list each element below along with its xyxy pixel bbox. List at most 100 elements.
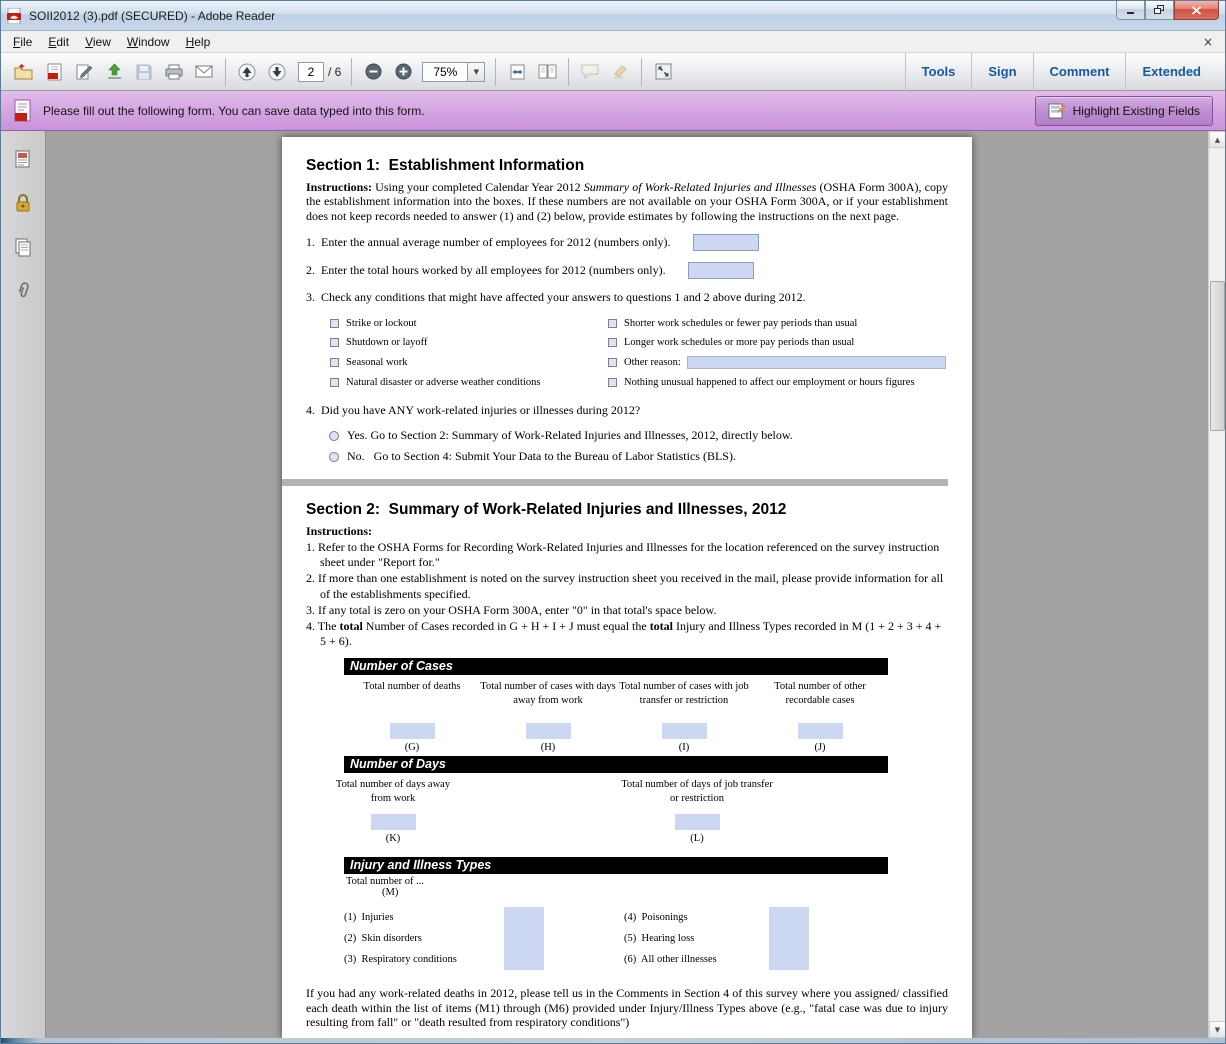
field-M1-injuries[interactable]	[504, 907, 544, 928]
zoom-level-combo[interactable]: 75% ▼	[422, 62, 485, 82]
page-up-arrow-icon	[238, 63, 256, 81]
highlight-existing-fields-button[interactable]: Highlight Existing Fields	[1035, 96, 1213, 126]
field-H-cases-days-away[interactable]	[526, 723, 571, 739]
fullscreen-button[interactable]	[648, 58, 678, 86]
page-number-input[interactable]	[298, 62, 324, 82]
zoom-out-button[interactable]	[358, 58, 388, 86]
section1-title: Section 1: Establishment Information	[306, 157, 948, 175]
column-letter: (L)	[616, 833, 778, 847]
section-divider	[282, 479, 948, 486]
comment-panel-button[interactable]: Comment	[1033, 53, 1126, 91]
menu-file[interactable]: File	[5, 33, 40, 51]
field-K-days-away[interactable]	[371, 814, 416, 830]
field-G-total-deaths[interactable]	[390, 723, 435, 739]
checkbox[interactable]	[608, 378, 617, 387]
upload-arrow-icon	[106, 63, 123, 80]
field-J-other-recordable[interactable]	[798, 723, 843, 739]
checkbox-row-natural-disaster[interactable]: Natural disaster or adverse weather cond…	[330, 377, 608, 388]
zoom-out-icon	[365, 63, 382, 80]
question-3-text: 3. Check any conditions that might have …	[306, 290, 806, 305]
next-page-button[interactable]	[262, 58, 292, 86]
question-2-text: 2. Enter the total hours worked by all e…	[306, 263, 666, 278]
menu-edit[interactable]: Edit	[40, 33, 77, 51]
pages-copy-icon	[13, 237, 33, 257]
share-upload-button[interactable]	[99, 58, 129, 86]
menu-help[interactable]: Help	[178, 33, 219, 51]
close-button[interactable]	[1174, 1, 1219, 20]
security-settings-button[interactable]	[8, 189, 38, 217]
sticky-note-button[interactable]	[575, 58, 605, 86]
field-I-cases-job-transfer[interactable]	[662, 723, 707, 739]
email-button[interactable]	[189, 58, 219, 86]
pages-panel-button[interactable]	[8, 233, 38, 261]
checkbox[interactable]	[608, 358, 617, 367]
checkbox[interactable]	[330, 319, 339, 328]
zoom-in-button[interactable]	[388, 58, 418, 86]
checkbox-row-nothing-unusual[interactable]: Nothing unusual happened to affect our e…	[608, 377, 948, 388]
no-radio-button[interactable]	[329, 452, 339, 462]
scroll-down-button[interactable]: ▼	[1209, 1021, 1225, 1038]
comment-bubble-icon	[581, 64, 599, 79]
highlight-text-button[interactable]	[605, 58, 635, 86]
fit-width-button[interactable]	[502, 58, 532, 86]
save-button[interactable]	[129, 58, 159, 86]
toolbar-panels: Tools Sign Comment Extended	[905, 53, 1217, 91]
checkbox[interactable]	[608, 338, 617, 347]
checkbox[interactable]	[330, 358, 339, 367]
checkbox[interactable]	[330, 338, 339, 347]
title-bar[interactable]: SOII2012 (3).pdf (SECURED) - Adobe Reade…	[1, 1, 1225, 31]
employees-number-field[interactable]	[693, 234, 759, 251]
checkbox-row-longer-schedules[interactable]: Longer work schedules or more pay period…	[608, 337, 948, 348]
type-label-injuries: (1) Injuries	[344, 907, 504, 928]
zoom-dropdown-arrow-icon[interactable]: ▼	[468, 62, 485, 82]
form-notification-message: Please fill out the following form. You …	[43, 104, 425, 118]
radio-row-yes[interactable]: Yes. Go to Section 2: Summary of Work-Re…	[329, 428, 948, 443]
days-column-away: Total number of days away from work (K)	[334, 773, 452, 847]
field-M3-respiratory[interactable]	[504, 949, 544, 970]
work-related-deaths-note: If you had any work-related deaths in 20…	[306, 986, 948, 1030]
other-reason-field[interactable]	[687, 356, 946, 369]
page-display-button[interactable]	[532, 58, 562, 86]
close-document-icon[interactable]: ×	[1195, 35, 1221, 49]
zoom-level-value[interactable]: 75%	[422, 62, 468, 82]
yes-radio-button[interactable]	[329, 431, 339, 441]
create-pdf-button[interactable]	[39, 58, 69, 86]
field-M6-all-other[interactable]	[769, 949, 809, 970]
menu-view[interactable]: View	[77, 33, 119, 51]
window-controls	[1116, 1, 1219, 20]
tools-panel-button[interactable]: Tools	[905, 53, 972, 91]
extended-panel-button[interactable]: Extended	[1125, 53, 1217, 91]
adobe-reader-window: SOII2012 (3).pdf (SECURED) - Adobe Reade…	[0, 0, 1226, 1044]
spacer	[544, 949, 624, 970]
open-file-button[interactable]	[9, 58, 39, 86]
field-M2-skin-disorders[interactable]	[504, 928, 544, 949]
menu-window[interactable]: Window	[119, 33, 178, 51]
section2-instruction-2: 2. If more than one establishment is not…	[306, 571, 948, 601]
fill-sign-button[interactable]	[69, 58, 99, 86]
attachments-panel-button[interactable]	[8, 277, 38, 305]
page-thumbnails-button[interactable]	[8, 145, 38, 173]
checkbox-row-shorter-schedules[interactable]: Shorter work schedules or fewer pay peri…	[608, 318, 948, 329]
type-label-hearing-loss: (5) Hearing loss	[624, 928, 769, 949]
checkbox-row-other-reason[interactable]: Other reason:	[608, 356, 948, 369]
field-M5-hearing-loss[interactable]	[769, 928, 809, 949]
print-button[interactable]	[159, 58, 189, 86]
checkbox-row-shutdown-or-layoff[interactable]: Shutdown or layoff	[330, 337, 608, 348]
vertical-scrollbar[interactable]: ▲ ▼	[1208, 131, 1225, 1038]
minimize-button[interactable]	[1116, 1, 1145, 20]
sign-panel-button[interactable]: Sign	[971, 53, 1032, 91]
field-M4-poisonings[interactable]	[769, 907, 809, 928]
radio-row-no[interactable]: No. Go to Section 4: Submit Your Data to…	[329, 449, 948, 464]
total-hours-field[interactable]	[688, 262, 754, 279]
checkbox[interactable]	[608, 319, 617, 328]
checkbox[interactable]	[330, 378, 339, 387]
checkbox-row-seasonal-work[interactable]: Seasonal work	[330, 356, 608, 369]
field-L-days-transfer[interactable]	[675, 814, 720, 830]
checkbox-row-strike-or-lockout[interactable]: Strike or lockout	[330, 318, 608, 329]
previous-page-button[interactable]	[232, 58, 262, 86]
scrollbar-thumb[interactable]	[1210, 281, 1225, 431]
restore-button[interactable]	[1145, 1, 1174, 20]
scroll-up-button[interactable]: ▲	[1209, 131, 1225, 148]
highlight-fields-icon	[1048, 103, 1066, 119]
conditions-checkbox-grid: Strike or lockout Shorter work schedules…	[330, 318, 948, 388]
